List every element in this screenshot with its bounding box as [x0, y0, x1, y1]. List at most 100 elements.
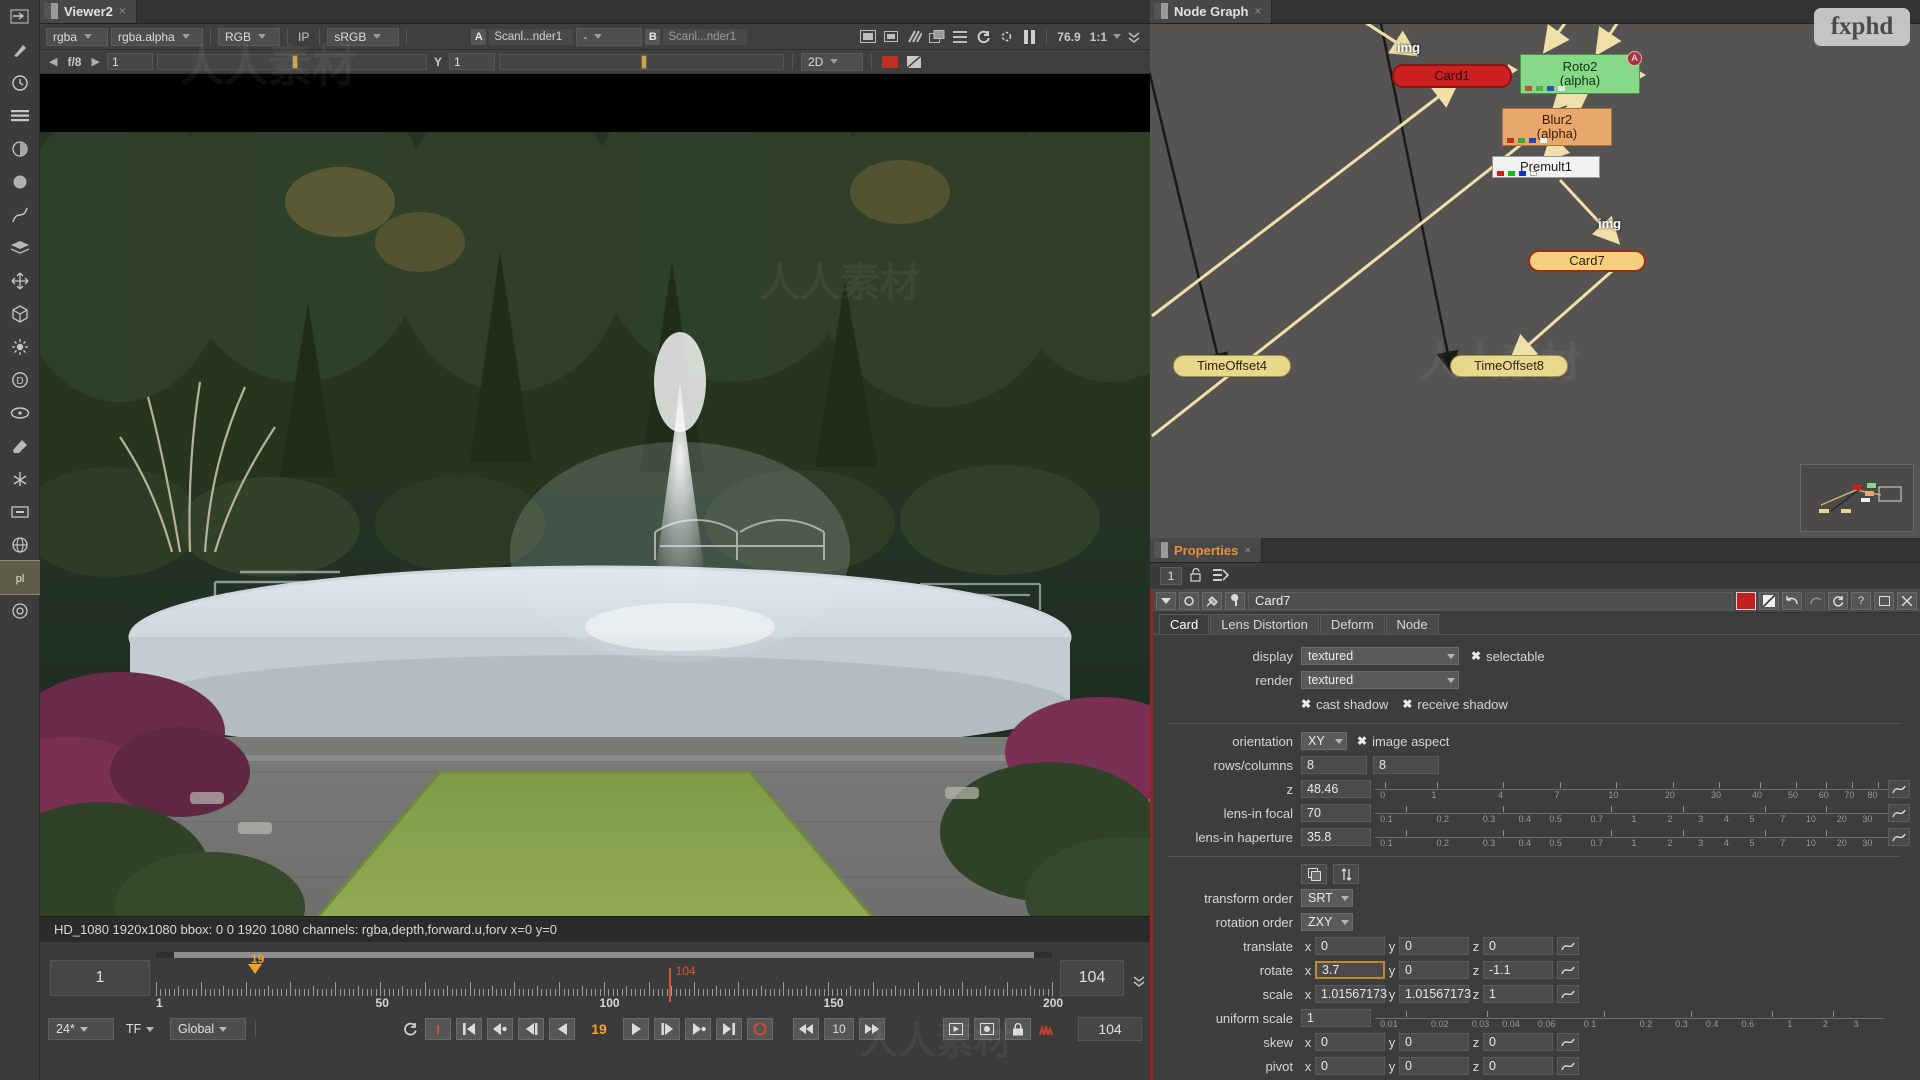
pivot-x-input[interactable]: 0 [1315, 1057, 1385, 1075]
timeline-scrollbar-thumb[interactable] [173, 952, 1035, 958]
gamma-input[interactable]: 1 [448, 53, 495, 70]
play-forward-icon[interactable] [623, 1018, 649, 1040]
prev-stop-arrow[interactable]: ◀ [46, 55, 60, 68]
archive-drawer-tool[interactable] [0, 495, 40, 528]
eyedropper-icon[interactable] [1202, 591, 1222, 610]
sync-icon[interactable] [400, 1020, 420, 1038]
timeline-expand-icon[interactable] [1128, 950, 1150, 1012]
layer-dropdown[interactable]: rgba.alpha [111, 27, 203, 46]
refresh-icon[interactable] [973, 28, 993, 46]
node-Card7[interactable]: Card7 [1528, 250, 1646, 272]
range-end-field[interactable]: 104 [1078, 1017, 1142, 1041]
globe-tool[interactable] [0, 528, 40, 561]
node-TimeOffset4[interactable]: TimeOffset4 [1173, 355, 1291, 377]
lock-icon[interactable] [1005, 1018, 1031, 1040]
properties-count[interactable]: 1 [1160, 567, 1182, 585]
close-icon[interactable]: × [119, 4, 126, 18]
next-keyframe-icon[interactable] [685, 1018, 711, 1040]
translate-x-input[interactable]: 0 [1315, 937, 1385, 955]
node-Card1[interactable]: Card1 [1392, 64, 1512, 88]
skew-curve-button[interactable] [1557, 1033, 1579, 1051]
receive-shadow-checkbox[interactable]: ✖ receive shadow [1402, 697, 1507, 712]
letter-d-tool[interactable]: D [0, 363, 40, 396]
record-icon[interactable] [974, 1018, 1000, 1040]
rotation-order-dropdown[interactable]: ZXY [1301, 913, 1353, 931]
clock-tool[interactable] [0, 66, 40, 99]
undo-icon[interactable] [1782, 591, 1802, 610]
next-frame-step-icon[interactable] [654, 1018, 680, 1040]
scale-z-input[interactable]: 1 [1483, 985, 1553, 1003]
scale-curve-button[interactable] [1557, 985, 1579, 1003]
zoom-ratio[interactable]: 1:1 [1087, 30, 1110, 44]
gamma-icon[interactable] [996, 28, 1016, 46]
unlock-icon[interactable] [1190, 567, 1205, 585]
expand-chevrons-icon[interactable] [1124, 28, 1144, 46]
zoom-level[interactable]: 76.9 [1054, 30, 1083, 44]
prev-frame-step-icon[interactable] [518, 1018, 544, 1040]
select-tool[interactable] [0, 0, 40, 33]
lens-ellipse-tool[interactable] [0, 396, 40, 429]
mask-diagonal-icon[interactable] [904, 53, 924, 71]
input-b-value[interactable]: Scanl...nder1 [663, 28, 748, 45]
display-dropdown[interactable]: textured [1301, 647, 1459, 665]
prev-keyframe-icon[interactable] [487, 1018, 513, 1040]
scale-x-input[interactable]: 1.01567173 [1315, 985, 1387, 1003]
light-tool[interactable] [0, 330, 40, 363]
scope-dropdown[interactable]: Global [170, 1018, 246, 1040]
rotate-y-input[interactable]: 0 [1399, 961, 1469, 979]
lens-in-focal-input[interactable]: 70 [1301, 804, 1371, 822]
layers-window-icon[interactable] [927, 28, 947, 46]
particles-tool[interactable] [0, 462, 40, 495]
current-frame-field[interactable]: 1 [50, 960, 150, 996]
list-icon[interactable] [950, 28, 970, 46]
copy-matrix-button[interactable] [1301, 864, 1327, 884]
lens-in-haperture-slider[interactable]: 0.1 0.2 0.3 0.4 0.5 0.7 12 34 57 10 20 30 [1375, 826, 1888, 848]
chevron-down-icon[interactable] [1113, 34, 1121, 39]
proxy-icon[interactable] [881, 28, 901, 46]
z-slider[interactable]: 0 1 4 7 10 20 30 40 50 60 70 80 [1375, 778, 1888, 800]
revert-icon[interactable] [1828, 591, 1848, 610]
fstop-label[interactable]: f/8 [64, 55, 84, 69]
z-curve-button[interactable] [1888, 780, 1910, 798]
skew-z-input[interactable]: 0 [1483, 1033, 1553, 1051]
node-TimeOffset8[interactable]: TimeOffset8 [1450, 355, 1568, 377]
help-icon[interactable]: ? [1851, 591, 1871, 610]
gain-slider-handle[interactable] [291, 54, 298, 69]
wrench-icon[interactable] [1225, 591, 1245, 610]
gain-input[interactable]: 1 [106, 53, 153, 70]
transform-order-dropdown[interactable]: SRT [1301, 889, 1353, 907]
color-swatch-red[interactable] [880, 53, 900, 71]
skew-y-input[interactable]: 0 [1399, 1033, 1469, 1051]
node-graph-canvas[interactable]: Card1 Roto2 (alpha) A Blur2 (alpha) Prem… [1150, 24, 1920, 538]
node-Roto2[interactable]: Roto2 (alpha) A [1520, 51, 1642, 94]
mask-icon[interactable] [1179, 591, 1199, 610]
close-icon[interactable]: × [1254, 4, 1261, 18]
close-icon[interactable]: × [1244, 543, 1251, 557]
lens-in-focal-slider[interactable]: 0.1 0.2 0.3 0.4 0.5 0.7 12 34 57 10 20 30 [1375, 802, 1888, 824]
last-frame-icon[interactable] [716, 1018, 742, 1040]
color-wheel-tool[interactable] [0, 132, 40, 165]
rotate-z-input[interactable]: -1.1 [1483, 961, 1553, 979]
dropdown-arrow-icon[interactable] [1156, 591, 1176, 610]
play-backward-icon[interactable] [549, 1018, 575, 1040]
node-graph-minimap[interactable] [1800, 464, 1914, 532]
pivot-z-input[interactable]: 0 [1483, 1057, 1553, 1075]
uniform-scale-slider[interactable]: 0.01 0.02 0.03 0.04 0.06 0.1 0.2 0.3 0.4 0.6 … [1375, 1007, 1884, 1029]
translate-curve-button[interactable] [1557, 937, 1579, 955]
rotate-curve-button[interactable] [1557, 961, 1579, 979]
lens-in-focal-curve-button[interactable] [1888, 804, 1910, 822]
image-aspect-checkbox[interactable]: ✖ image aspect [1357, 734, 1449, 749]
display-mode-dropdown[interactable]: RGB [218, 27, 280, 46]
columns-input[interactable]: 8 [1373, 756, 1439, 774]
transform-tool[interactable] [0, 264, 40, 297]
step-size-field[interactable]: 10 [824, 1018, 854, 1040]
step-back-icon[interactable] [793, 1018, 819, 1040]
invert-icon[interactable] [1759, 591, 1779, 610]
wipe-mode-dropdown[interactable]: - [576, 27, 643, 46]
ip-label[interactable]: IP [295, 30, 312, 44]
gamma-slider-handle[interactable] [641, 54, 648, 69]
node-name-field[interactable]: Card7 [1248, 591, 1733, 610]
in-point-icon[interactable]: I [425, 1018, 451, 1040]
stack-tool[interactable] [0, 231, 40, 264]
render-dropdown[interactable]: textured [1301, 671, 1459, 689]
